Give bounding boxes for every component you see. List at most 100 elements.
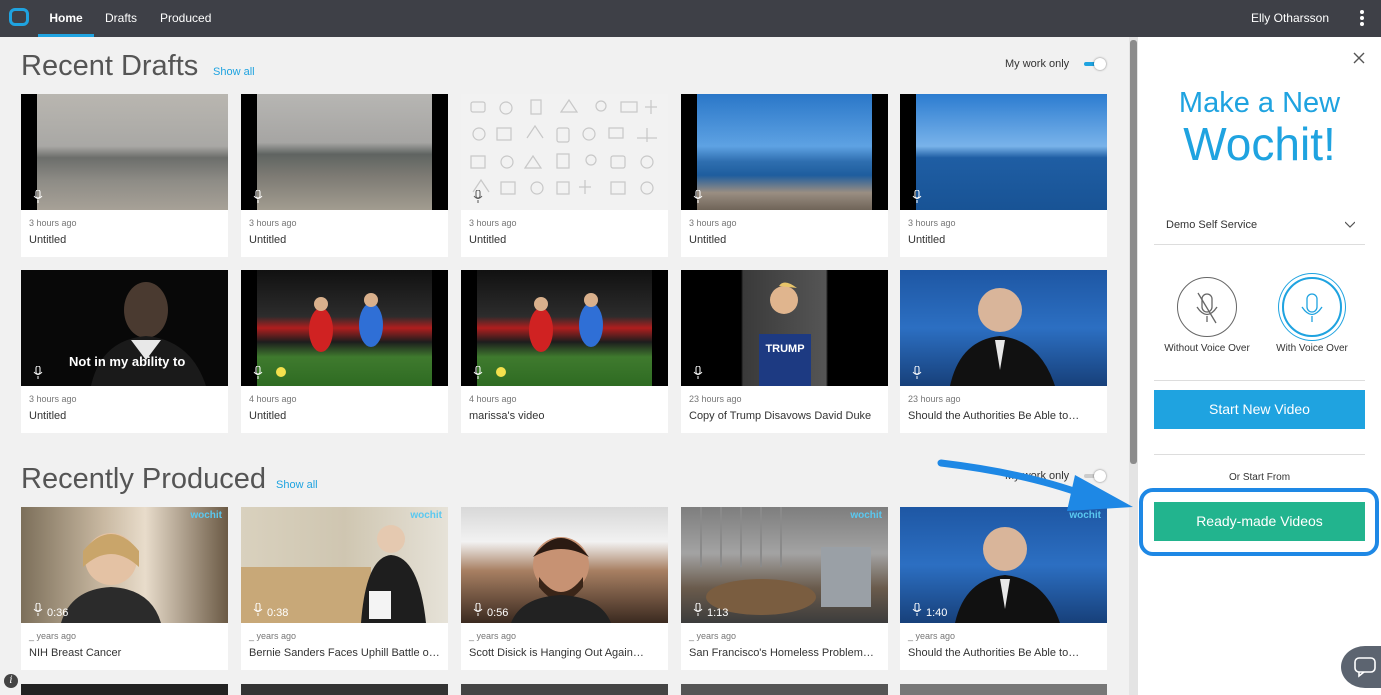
card-time: 4 hours ago bbox=[249, 394, 297, 404]
person-graphic bbox=[241, 525, 426, 623]
draft-card[interactable]: TRUMP 23 hours ago Copy of Trump Disavows… bbox=[681, 270, 888, 433]
organization-select-value: Demo Self Service bbox=[1166, 219, 1258, 231]
draft-thumbnail[interactable] bbox=[900, 270, 1107, 386]
draft-thumbnail[interactable] bbox=[461, 270, 668, 386]
produced-card-partial[interactable] bbox=[900, 684, 1107, 695]
produced-card[interactable]: 0:56 _ years ago Scott Disick is Hanging … bbox=[461, 507, 668, 670]
street-scene-graphic bbox=[700, 507, 871, 615]
drafts-my-work-toggle[interactable] bbox=[1084, 58, 1106, 70]
organization-select[interactable]: Demo Self Service bbox=[1154, 205, 1365, 245]
info-icon[interactable]: i bbox=[4, 674, 18, 688]
card-time: _ years ago bbox=[29, 631, 77, 641]
produced-card[interactable]: wochit 1:40 _ years ago Should the Author… bbox=[900, 507, 1107, 670]
produced-card-partial[interactable] bbox=[681, 684, 888, 695]
wochit-logo-icon[interactable] bbox=[9, 8, 29, 26]
card-title: Should the Authorities Be Able to… bbox=[908, 647, 1080, 659]
wochit-watermark: wochit bbox=[410, 510, 442, 521]
recent-drafts-show-all[interactable]: Show all bbox=[213, 66, 255, 78]
card-time: _ years ago bbox=[908, 631, 956, 641]
person-graphic bbox=[61, 533, 161, 623]
draft-thumbnail[interactable]: TRUMP bbox=[681, 270, 888, 386]
person-graphic bbox=[511, 537, 611, 623]
main-content: Recent Drafts Show all My work only 3 ho… bbox=[0, 37, 1129, 695]
produced-thumbnail[interactable]: 0:56 bbox=[461, 507, 668, 623]
start-new-video-button[interactable]: Start New Video bbox=[1154, 390, 1365, 429]
with-voice-over-option[interactable]: With Voice Over bbox=[1259, 277, 1365, 354]
recently-produced-show-all[interactable]: Show all bbox=[276, 479, 318, 491]
microphone-icon bbox=[693, 603, 703, 616]
close-icon[interactable] bbox=[1352, 51, 1366, 65]
microphone-icon bbox=[473, 366, 483, 379]
annotation-highlight-box bbox=[1139, 488, 1379, 556]
produced-card[interactable]: wochit 1:13 _ years ago San Francisco's H… bbox=[681, 507, 888, 670]
card-title: Should the Authorities Be Able to… bbox=[908, 410, 1080, 422]
without-voice-over-option[interactable]: Without Voice Over bbox=[1154, 277, 1260, 354]
draft-thumbnail[interactable] bbox=[241, 94, 448, 210]
top-nav: Home Drafts Produced Elly Otharsson bbox=[0, 0, 1381, 37]
card-title: Copy of Trump Disavows David Duke bbox=[689, 410, 872, 422]
microphone-icon bbox=[33, 603, 43, 616]
card-time: 3 hours ago bbox=[689, 218, 737, 228]
caption-overlay: Not in my ability to bbox=[69, 354, 186, 369]
video-duration: 0:56 bbox=[487, 607, 509, 619]
wochit-watermark: wochit bbox=[850, 510, 882, 521]
produced-thumbnail[interactable]: wochit 1:13 bbox=[681, 507, 888, 623]
draft-thumbnail[interactable] bbox=[461, 94, 668, 210]
more-menu-icon[interactable] bbox=[1359, 10, 1365, 28]
microphone-icon bbox=[473, 603, 483, 616]
nav-produced[interactable]: Produced bbox=[160, 0, 211, 37]
video-duration: 0:38 bbox=[267, 607, 289, 619]
draft-card[interactable]: Not in my ability to 3 hours ago Untitled bbox=[21, 270, 228, 433]
with-voice-over-label: With Voice Over bbox=[1276, 343, 1348, 354]
draft-thumbnail[interactable] bbox=[241, 270, 448, 386]
produced-card[interactable]: wochit 0:38 _ years ago Bernie Sanders Fa… bbox=[241, 507, 448, 670]
draft-card[interactable]: 23 hours ago Should the Authorities Be Ab… bbox=[900, 270, 1107, 433]
card-time: 4 hours ago bbox=[469, 394, 517, 404]
scrollbar-thumb[interactable] bbox=[1130, 40, 1137, 464]
card-title: Untitled bbox=[29, 410, 67, 422]
draft-card[interactable]: 3 hours ago Untitled bbox=[241, 94, 448, 257]
nav-drafts[interactable]: Drafts bbox=[105, 0, 137, 37]
draft-card[interactable]: 3 hours ago Untitled bbox=[900, 94, 1107, 257]
card-title: Untitled bbox=[249, 234, 287, 246]
produced-card-partial[interactable] bbox=[21, 684, 228, 695]
card-title: Untitled bbox=[689, 234, 727, 246]
card-title: Untitled bbox=[908, 234, 946, 246]
card-title: Untitled bbox=[249, 410, 287, 422]
produced-thumbnail[interactable]: wochit 0:38 bbox=[241, 507, 448, 623]
card-time: 3 hours ago bbox=[29, 218, 77, 228]
draft-thumbnail[interactable] bbox=[900, 94, 1107, 210]
draft-thumbnail[interactable]: Not in my ability to bbox=[21, 270, 228, 386]
draft-thumbnail[interactable] bbox=[681, 94, 888, 210]
svg-text:TRUMP: TRUMP bbox=[765, 343, 804, 355]
mic-on-button[interactable] bbox=[1282, 277, 1342, 337]
produced-card-partial[interactable] bbox=[461, 684, 668, 695]
draft-card[interactable]: 3 hours ago Untitled bbox=[461, 94, 668, 257]
microphone-icon bbox=[912, 366, 922, 379]
user-name[interactable]: Elly Otharsson bbox=[1251, 0, 1329, 37]
drafts-my-work-label: My work only bbox=[1005, 58, 1070, 70]
video-duration: 1:40 bbox=[926, 607, 948, 619]
chat-button[interactable] bbox=[1341, 646, 1381, 688]
card-title: San Francisco's Homeless Problem… bbox=[689, 647, 874, 659]
panel-heading: Make a New Wochit! bbox=[1138, 87, 1381, 169]
produced-thumbnail[interactable]: wochit 0:36 bbox=[21, 507, 228, 623]
card-title: Untitled bbox=[29, 234, 67, 246]
draft-card[interactable]: 3 hours ago Untitled bbox=[21, 94, 228, 257]
mic-off-button[interactable] bbox=[1177, 277, 1237, 337]
draft-card[interactable]: 4 hours ago marissa's video bbox=[461, 270, 668, 433]
speaker-graphic bbox=[950, 288, 1055, 386]
produced-thumbnail[interactable]: wochit 1:40 bbox=[900, 507, 1107, 623]
card-title: Scott Disick is Hanging Out Again… bbox=[469, 647, 644, 659]
microphone-icon bbox=[912, 190, 922, 203]
draft-card[interactable]: 4 hours ago Untitled bbox=[241, 270, 448, 433]
chevron-down-icon bbox=[1345, 221, 1355, 228]
nav-home[interactable]: Home bbox=[38, 0, 94, 37]
microphone-icon bbox=[253, 366, 263, 379]
new-video-panel: Make a New Wochit! Demo Self Service Wit… bbox=[1138, 37, 1381, 695]
draft-card[interactable]: 3 hours ago Untitled bbox=[681, 94, 888, 257]
card-title: Untitled bbox=[469, 234, 507, 246]
produced-card[interactable]: wochit 0:36 _ years ago NIH Breast Cancer bbox=[21, 507, 228, 670]
draft-thumbnail[interactable] bbox=[21, 94, 228, 210]
produced-card-partial[interactable] bbox=[241, 684, 448, 695]
